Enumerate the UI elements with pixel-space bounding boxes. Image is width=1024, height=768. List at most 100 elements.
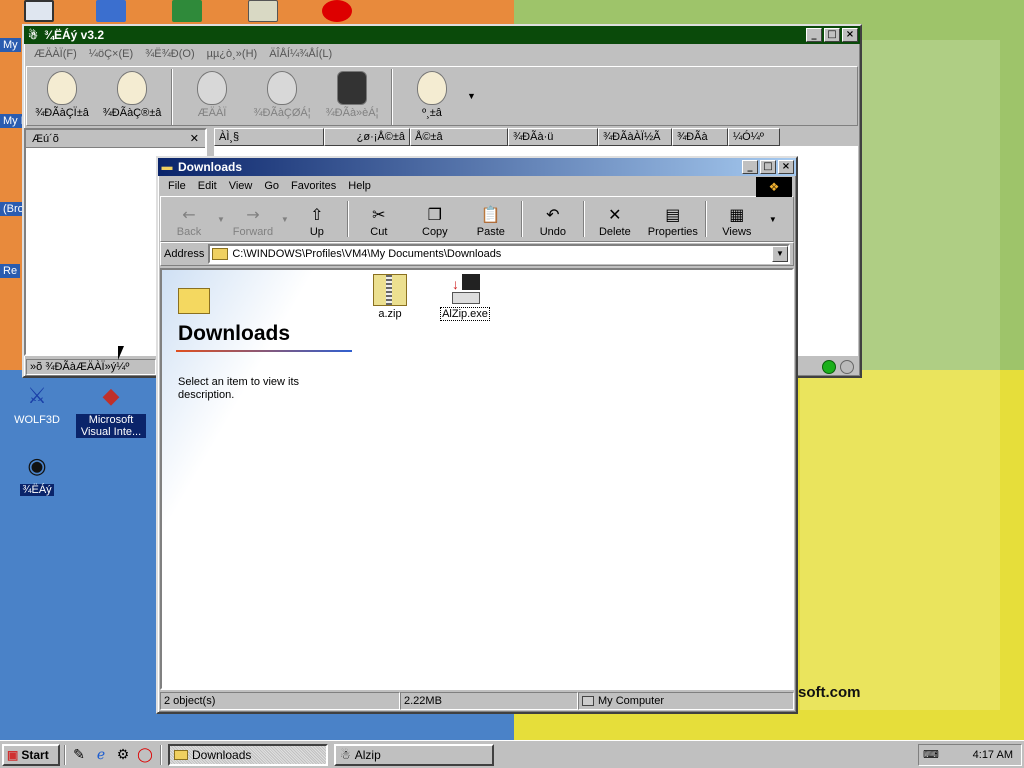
description-text: Select an item to view its description.: [178, 376, 300, 401]
copy-button[interactable]: ❐ Copy: [407, 197, 463, 241]
alzip-compress-button[interactable]: ¾ÐÃàÇÏ±â: [27, 67, 97, 119]
explorer-title: Downloads: [178, 160, 243, 174]
explorer-content[interactable]: Downloads Select an item to view its des…: [160, 268, 794, 690]
opera-desktop-icon[interactable]: [322, 0, 352, 22]
up-folder-icon: ⇧: [310, 205, 324, 224]
excel-desktop-icon[interactable]: [172, 0, 202, 22]
desktop-label-recycle[interactable]: Re: [0, 264, 21, 278]
column-original-size[interactable]: ¿ø·¡Å©±â: [324, 128, 410, 146]
windows-flag-icon: ▣: [7, 747, 19, 762]
minimize-button[interactable]: _: [806, 28, 822, 42]
installer-icon: ↓: [448, 274, 482, 306]
menu-file[interactable]: File: [162, 180, 192, 192]
web-view-panel: Downloads Select an item to view its des…: [162, 270, 357, 688]
maximize-button[interactable]: □: [824, 28, 840, 42]
alzip-menu-help[interactable]: µµ¿ò¸»(H): [201, 48, 264, 60]
close-button[interactable]: ×: [842, 28, 858, 42]
address-value: C:\WINDOWS\Profiles\VM4\My Documents\Dow…: [232, 248, 502, 260]
menu-edit[interactable]: Edit: [192, 180, 223, 192]
delete-x-icon: ✕: [608, 205, 622, 224]
explorer-window[interactable]: ▬ Downloads _ □ × File Edit View Go Favo…: [156, 156, 798, 714]
column-date[interactable]: ¾ÐÃàÀÏ½Ã: [598, 128, 672, 146]
forward-dropdown-icon[interactable]: ▼: [281, 215, 289, 224]
alzip-folder-panel-title: Æú´õ: [32, 132, 59, 145]
visual-interdev-icon: ◆: [102, 383, 120, 408]
penguin-icon: [117, 71, 147, 105]
menu-go[interactable]: Go: [258, 180, 285, 192]
system-tray: ⌨ 4:17 AM: [918, 743, 1022, 766]
windows-logo-icon: ❖: [756, 177, 792, 197]
alzip-menu-center[interactable]: ÄÎÅÍ¼¾ÅÍ(L): [263, 48, 338, 60]
column-method[interactable]: ¾ÐÃà: [672, 128, 728, 146]
desktop-icon-alzip[interactable]: ◉ ¾ËÁý: [2, 450, 72, 496]
cut-button[interactable]: ✂ Cut: [351, 197, 407, 241]
start-button[interactable]: ▣ Start: [2, 743, 60, 766]
alzip-file-button[interactable]: ÆÄÀÏ: [177, 67, 247, 119]
forward-button[interactable]: → Forward: [225, 197, 281, 241]
chevron-down-icon[interactable]: ▼: [467, 91, 476, 101]
zip-folder-icon: [373, 274, 407, 306]
green-light-icon: [822, 360, 836, 374]
views-button[interactable]: ▦ Views: [709, 197, 765, 241]
back-dropdown-icon[interactable]: ▼: [217, 215, 225, 224]
alzip-folder-panel-header: Æú´õ ✕: [26, 130, 205, 148]
desktop-label-my[interactable]: My: [0, 38, 21, 52]
menu-help[interactable]: Help: [342, 180, 377, 192]
minimize-button[interactable]: _: [742, 160, 758, 174]
column-name[interactable]: ÀÌ¸§: [214, 128, 324, 146]
desktop-icon-wolf3d[interactable]: ⚔ WOLF3D: [2, 380, 72, 426]
undo-button[interactable]: ↶ Undo: [525, 197, 581, 241]
menu-favorites[interactable]: Favorites: [285, 180, 342, 192]
close-icon[interactable]: ✕: [190, 132, 199, 145]
desktop-icon-visual-interdev[interactable]: ◆ Microsoft Visual Inte...: [76, 380, 146, 438]
scissors-icon: ✂: [372, 205, 386, 224]
explorer-statusbar: 2 object(s) 2.22MB My Computer: [160, 692, 794, 710]
address-bar: Address C:\WINDOWS\Profiles\VM4\My Docum…: [160, 242, 794, 266]
alzip-test-button[interactable]: ¾ÐÃàÇØÁ¦: [247, 67, 317, 119]
file-a-zip[interactable]: a.zip: [360, 274, 420, 320]
alzip-delete-button[interactable]: ¾ÐÃà»èÁ¦: [317, 67, 387, 119]
back-button[interactable]: ← Back: [161, 197, 217, 241]
column-attributes[interactable]: ¼Ó¼º: [728, 128, 780, 146]
column-ratio[interactable]: ¾ÐÃà·ü: [508, 128, 598, 146]
alzip-menu-options[interactable]: ¾Ë¾Ð(O): [139, 48, 201, 60]
delete-button[interactable]: ✕ Delete: [587, 197, 643, 241]
scheduler-desktop-icon[interactable]: [248, 0, 278, 22]
opera-icon[interactable]: ◯: [136, 746, 154, 764]
inbox-desktop-icon[interactable]: [96, 0, 126, 22]
task-alzip[interactable]: ☃ Alzip: [334, 743, 494, 766]
my-computer-desktop-icon[interactable]: [24, 0, 54, 22]
properties-button[interactable]: ▤ Properties: [643, 197, 703, 241]
address-dropdown-button[interactable]: ▼: [772, 246, 788, 262]
alzip-extract-button[interactable]: ¾ÐÃàÇ®±â: [97, 67, 167, 119]
alzip-menu-file[interactable]: ÆÄÀÏ(F): [28, 48, 83, 60]
up-button[interactable]: ⇧ Up: [289, 197, 345, 241]
explorer-titlebar[interactable]: ▬ Downloads _ □ ×: [158, 158, 796, 176]
show-desktop-icon[interactable]: ✎: [70, 746, 88, 764]
address-input[interactable]: C:\WINDOWS\Profiles\VM4\My Documents\Dow…: [208, 244, 790, 264]
folder-icon: [212, 248, 229, 260]
explorer-menubar: File Edit View Go Favorites Help ❖: [158, 176, 796, 197]
maximize-button[interactable]: □: [760, 160, 776, 174]
ime-icon[interactable]: ⌨: [923, 748, 939, 761]
views-grid-icon: ▦: [729, 205, 745, 224]
clock[interactable]: 4:17 AM: [973, 749, 1013, 761]
alzip-app-icon: ☃: [340, 747, 351, 762]
paste-button[interactable]: 📋 Paste: [463, 197, 519, 241]
status-size: 2.22MB: [400, 692, 578, 710]
alzip-column-headers: ÀÌ¸§ ¿ø·¡Å©±â Å©±â ¾ÐÃà·ü ¾ÐÃàÀÏ½Ã ¾ÐÃà …: [214, 128, 858, 146]
alzip-menu-edit[interactable]: ¼öÇ×(E): [83, 48, 139, 60]
file-alzip-exe[interactable]: ↓ AlZip.exe: [435, 274, 495, 321]
gray-light-icon: [840, 360, 854, 374]
channels-icon[interactable]: ⚙: [114, 746, 132, 764]
menu-view[interactable]: View: [223, 180, 259, 192]
task-downloads[interactable]: Downloads: [168, 743, 328, 766]
alzip-view-button[interactable]: º¸±â: [397, 67, 467, 119]
views-dropdown-icon[interactable]: ▼: [769, 215, 777, 224]
column-size[interactable]: Å©±â: [410, 128, 508, 146]
folder-icon: ▬: [161, 161, 173, 173]
pan-icon: [337, 71, 367, 105]
close-button[interactable]: ×: [778, 160, 794, 174]
alzip-titlebar[interactable]: ☃ ¾ËÁý v3.2 _ □ ×: [24, 26, 860, 44]
internet-explorer-icon[interactable]: ℯ: [92, 746, 110, 764]
